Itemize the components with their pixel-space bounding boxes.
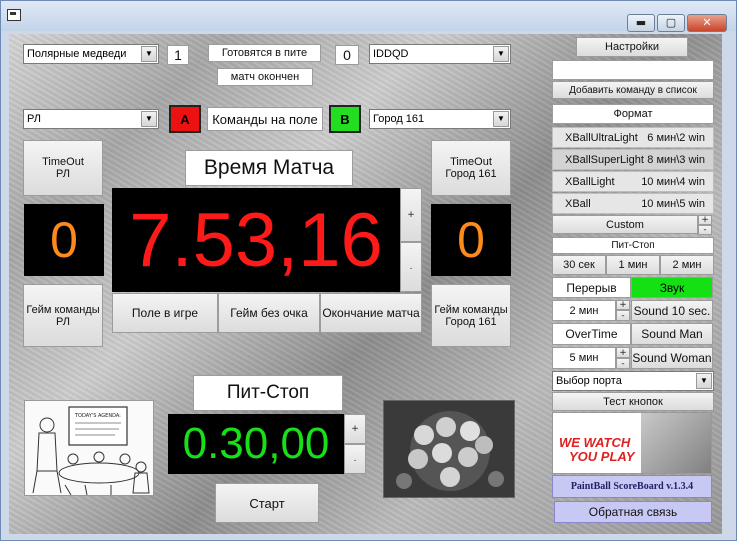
- cartoon-drawing: TODAY'S AGENDA:: [32, 406, 150, 495]
- team-right-combo[interactable]: IDDQD ▼: [369, 44, 511, 64]
- teams-on-field-label: Команды на поле: [207, 107, 323, 131]
- score-right-top: 0: [335, 45, 359, 65]
- start-button[interactable]: Старт: [215, 483, 319, 523]
- timeout-left-button[interactable]: TimeOut РЛ: [23, 140, 103, 196]
- custom-plus-button[interactable]: +: [698, 215, 712, 225]
- status-top: Готовятся в пите: [208, 44, 321, 62]
- settings-header[interactable]: Настройки: [576, 37, 688, 57]
- pitstop-30s-button[interactable]: 30 сек: [552, 255, 606, 275]
- match-time-display: 7.53,16: [112, 188, 400, 292]
- format-name: XBallSuperLight: [565, 153, 644, 166]
- team-b-badge: B: [329, 105, 361, 133]
- promo-banner: WE WATCH YOU PLAY: [552, 412, 712, 474]
- banner-line2: YOU PLAY: [569, 449, 635, 464]
- break-value: 2 мин: [552, 300, 616, 321]
- field-in-play-button[interactable]: Поле в игре: [112, 293, 218, 333]
- game-left-button[interactable]: Гейм команды РЛ: [23, 284, 103, 347]
- overtime-value: 5 мин: [552, 347, 616, 369]
- field-left-combo[interactable]: РЛ ▼: [23, 109, 159, 129]
- overtime-plus-button[interactable]: +: [616, 347, 630, 358]
- sound-man-button[interactable]: Sound Man: [631, 323, 713, 345]
- break-plus-button[interactable]: +: [616, 300, 630, 310]
- end-match-button[interactable]: Окончание матча: [320, 293, 422, 333]
- game-no-point-button[interactable]: Гейм без очка: [218, 293, 320, 333]
- field-right-combo-value: Город 161: [373, 113, 425, 125]
- port-combo[interactable]: Выбор порта ▼: [552, 371, 714, 391]
- app-window-icon: [7, 9, 21, 21]
- field-left-combo-value: РЛ: [27, 113, 41, 125]
- team-left-combo-value: Полярные медведи: [27, 48, 127, 60]
- sound-10-sec-button[interactable]: Sound 10 sec.: [631, 300, 713, 321]
- pit-stop-minus-button[interactable]: .: [344, 444, 366, 474]
- main-panel: Полярные медведи ▼ 1 Готовятся в пите ма…: [9, 34, 722, 534]
- team-left-combo[interactable]: Полярные медведи ▼: [23, 44, 159, 64]
- title-bar: ▬ ▢ ✕: [1, 1, 736, 32]
- add-team-button[interactable]: Добавить команду в список: [552, 81, 714, 99]
- format-value: 10 мин\4 win: [641, 175, 705, 188]
- maximize-button[interactable]: ▢: [657, 14, 685, 32]
- overtime-minus-button[interactable]: -: [616, 358, 630, 369]
- score-left-top: 1: [167, 45, 189, 65]
- format-value: 10 мин\5 win: [641, 197, 705, 210]
- pitstop-1m-button[interactable]: 1 мин: [606, 255, 660, 275]
- format-row[interactable]: XBallLight 10 мин\4 win: [552, 171, 714, 192]
- pit-stop-title: Пит-Стоп: [193, 375, 343, 411]
- score-left-display: 0: [24, 204, 104, 276]
- format-name: XBallLight: [565, 175, 615, 188]
- custom-minus-button[interactable]: -: [698, 225, 712, 235]
- break-label: Перерыв: [552, 277, 631, 298]
- match-time-title: Время Матча: [185, 150, 353, 186]
- pitstop-label: Пит-Стоп: [552, 237, 714, 254]
- cartoon-board-text: TODAY'S AGENDA:: [74, 413, 121, 419]
- overtime-label: OverTime: [552, 323, 631, 345]
- team-name-input[interactable]: [552, 60, 714, 80]
- format-row[interactable]: XBallSuperLight 8 мин\3 win: [552, 149, 714, 170]
- banner-line1: WE WATCH: [559, 435, 631, 450]
- team-right-combo-value: IDDQD: [373, 48, 409, 60]
- test-buttons-button[interactable]: Тест кнопок: [552, 392, 714, 411]
- format-row[interactable]: XBallUltraLight 6 мин\2 win: [552, 127, 714, 148]
- pit-stop-display: 0.30,00: [168, 414, 344, 474]
- format-name: XBallUltraLight: [565, 131, 638, 144]
- chevron-down-icon[interactable]: ▼: [141, 46, 157, 62]
- pitstop-2m-button[interactable]: 2 мин: [660, 255, 714, 275]
- feedback-button[interactable]: Обратная связь: [554, 501, 712, 523]
- cartoon-image: TODAY'S AGENDA:: [24, 400, 154, 496]
- timeout-right-button[interactable]: TimeOut Город 161: [431, 140, 511, 196]
- pit-stop-plus-button[interactable]: +: [344, 414, 366, 444]
- chevron-down-icon[interactable]: ▼: [493, 111, 509, 127]
- field-right-combo[interactable]: Город 161 ▼: [369, 109, 511, 129]
- team-photo: [383, 400, 515, 498]
- break-minus-button[interactable]: -: [616, 310, 630, 321]
- match-time-plus-button[interactable]: +: [400, 188, 422, 242]
- score-right-display: 0: [431, 204, 511, 276]
- format-value: 6 мин\2 win: [647, 131, 705, 144]
- match-time-minus-button[interactable]: .: [400, 242, 422, 292]
- format-row[interactable]: XBall 10 мин\5 win: [552, 193, 714, 214]
- app-window: ▬ ▢ ✕ Полярные медведи ▼ 1 Готовятся в п…: [0, 0, 737, 541]
- sound-woman-button[interactable]: Sound Woman: [631, 347, 713, 369]
- format-label: Формат: [552, 104, 714, 124]
- format-name: XBall: [565, 197, 591, 210]
- game-right-button[interactable]: Гейм команды Город 161: [431, 284, 511, 347]
- status-bottom: матч окончен: [217, 68, 313, 86]
- close-button[interactable]: ✕: [687, 14, 727, 32]
- chevron-down-icon[interactable]: ▼: [493, 46, 509, 62]
- sound-toggle[interactable]: Звук: [631, 277, 713, 298]
- version-label: PaintBall ScoreBoard v.1.3.4: [552, 475, 712, 498]
- banner-photo: [641, 413, 711, 473]
- chevron-down-icon[interactable]: ▼: [696, 373, 712, 389]
- format-value: 8 мин\3 win: [647, 153, 705, 166]
- team-photo-drawing: [384, 401, 514, 497]
- minimize-button[interactable]: ▬: [627, 14, 655, 32]
- team-a-badge: A: [169, 105, 201, 133]
- custom-format-button[interactable]: Custom: [552, 215, 698, 234]
- port-combo-value: Выбор порта: [556, 375, 622, 387]
- chevron-down-icon[interactable]: ▼: [141, 111, 157, 127]
